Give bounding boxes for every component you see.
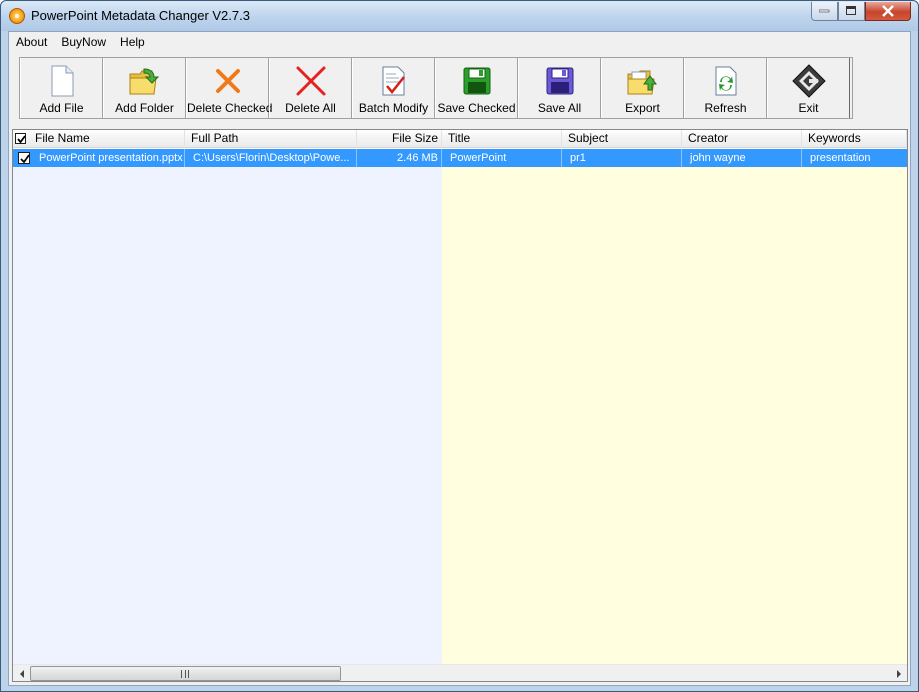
export-label: Export (625, 101, 660, 115)
column-creator[interactable]: Creator (682, 130, 802, 148)
file-name-value: PowerPoint presentation.pptx (39, 152, 183, 164)
cell-creator: john wayne (682, 149, 802, 167)
delete-checked-button[interactable]: Delete Checked (186, 58, 273, 118)
arrow-right-icon (896, 669, 901, 678)
scroll-left-button[interactable] (13, 665, 30, 681)
horizontal-scrollbar[interactable] (13, 664, 907, 681)
app-logo-icon[interactable] (9, 8, 25, 24)
menu-buynow[interactable]: BuyNow (54, 32, 113, 52)
column-keywords-label: Keywords (808, 131, 861, 145)
column-file-size[interactable]: File Size (357, 130, 442, 148)
save-checked-label: Save Checked (437, 101, 516, 115)
close-button[interactable] (865, 2, 911, 21)
cell-file-name: PowerPoint presentation.pptx (13, 149, 185, 167)
exit-button[interactable]: Exit (767, 58, 850, 118)
refresh-document-icon (709, 64, 743, 98)
menu-bar: About BuyNow Help (9, 32, 910, 52)
list-header: File Name Full Path File Size Title Subj… (13, 130, 907, 148)
minimize-button[interactable] (811, 2, 838, 21)
metadata-band (442, 149, 907, 664)
client-area: About BuyNow Help Add File Add Folder De… (8, 31, 911, 686)
column-title-label: Title (448, 131, 471, 145)
add-file-label: Add File (39, 101, 84, 115)
title-value: PowerPoint (450, 152, 507, 164)
green-floppy-icon (460, 64, 494, 98)
delete-checked-label: Delete Checked (187, 101, 273, 115)
scroll-right-button[interactable] (890, 665, 907, 681)
delete-all-button[interactable]: Delete All (269, 58, 352, 118)
title-bar[interactable]: PowerPoint Metadata Changer V2.7.3 (1, 1, 918, 31)
exit-label: Exit (798, 101, 819, 115)
folder-add-icon (128, 64, 162, 98)
keywords-value: presentation (810, 152, 871, 164)
batch-modify-button[interactable]: Batch Modify (352, 58, 435, 118)
blue-floppy-icon (543, 64, 577, 98)
batch-modify-label: Batch Modify (358, 101, 429, 115)
arrow-left-icon (19, 669, 24, 678)
cell-title: PowerPoint (442, 149, 562, 167)
maximize-icon (846, 6, 856, 15)
scrollbar-grip (181, 670, 189, 678)
file-info-band (13, 149, 442, 664)
menu-help[interactable]: Help (113, 32, 152, 52)
column-subject[interactable]: Subject (562, 130, 682, 148)
row-checkbox[interactable] (18, 152, 30, 164)
column-file-size-label: File Size (391, 131, 438, 145)
select-all-checkbox[interactable] (15, 133, 26, 144)
orange-x-icon (211, 64, 245, 98)
cell-file-size: 2.46 MB (357, 149, 442, 167)
full-path-value: C:\Users\Florin\Desktop\Powe... (193, 152, 350, 164)
add-file-button[interactable]: Add File (20, 58, 103, 118)
column-full-path-label: Full Path (191, 131, 239, 145)
app-window: PowerPoint Metadata Changer V2.7.3 About… (0, 0, 919, 692)
menu-about[interactable]: About (9, 32, 54, 52)
column-full-path[interactable]: Full Path (185, 130, 357, 148)
file-size-value: 2.46 MB (397, 152, 438, 164)
folder-export-icon (626, 64, 660, 98)
checkmark-icon (20, 154, 30, 164)
red-x-icon (294, 64, 328, 98)
column-creator-label: Creator (688, 131, 729, 145)
maximize-button[interactable] (838, 2, 865, 21)
toolbar: Add File Add Folder Delete Checked Delet… (19, 57, 853, 119)
checkmark-icon (17, 135, 26, 144)
exit-diamond-icon (791, 64, 826, 98)
cell-keywords: presentation (802, 149, 907, 167)
refresh-button[interactable]: Refresh (684, 58, 767, 118)
add-folder-button[interactable]: Add Folder (103, 58, 186, 118)
list-body[interactable]: PowerPoint presentation.pptx C:\Users\Fl… (13, 149, 907, 664)
column-title[interactable]: Title (442, 130, 562, 148)
window-title: PowerPoint Metadata Changer V2.7.3 (31, 8, 250, 23)
column-keywords[interactable]: Keywords (802, 130, 907, 148)
column-file-name[interactable]: File Name (13, 130, 185, 148)
minimize-icon (819, 9, 830, 13)
cell-full-path: C:\Users\Florin\Desktop\Powe... (185, 149, 357, 167)
scrollbar-thumb[interactable] (30, 666, 341, 681)
column-subject-label: Subject (568, 131, 609, 145)
column-file-name-label: File Name (35, 131, 90, 145)
save-all-label: Save All (537, 101, 582, 115)
subject-value: pr1 (570, 152, 586, 164)
refresh-label: Refresh (704, 101, 747, 115)
document-check-icon (377, 64, 411, 98)
close-icon (882, 5, 894, 17)
cell-subject: pr1 (562, 149, 682, 167)
export-button[interactable]: Export (601, 58, 684, 118)
creator-value: john wayne (690, 152, 746, 164)
file-list[interactable]: File Name Full Path File Size Title Subj… (12, 129, 908, 682)
save-all-button[interactable]: Save All (518, 58, 601, 118)
save-checked-button[interactable]: Save Checked (435, 58, 518, 118)
add-folder-label: Add Folder (115, 101, 174, 115)
delete-all-label: Delete All (285, 101, 336, 115)
table-row[interactable]: PowerPoint presentation.pptx C:\Users\Fl… (13, 149, 907, 167)
blank-document-icon (45, 64, 79, 98)
